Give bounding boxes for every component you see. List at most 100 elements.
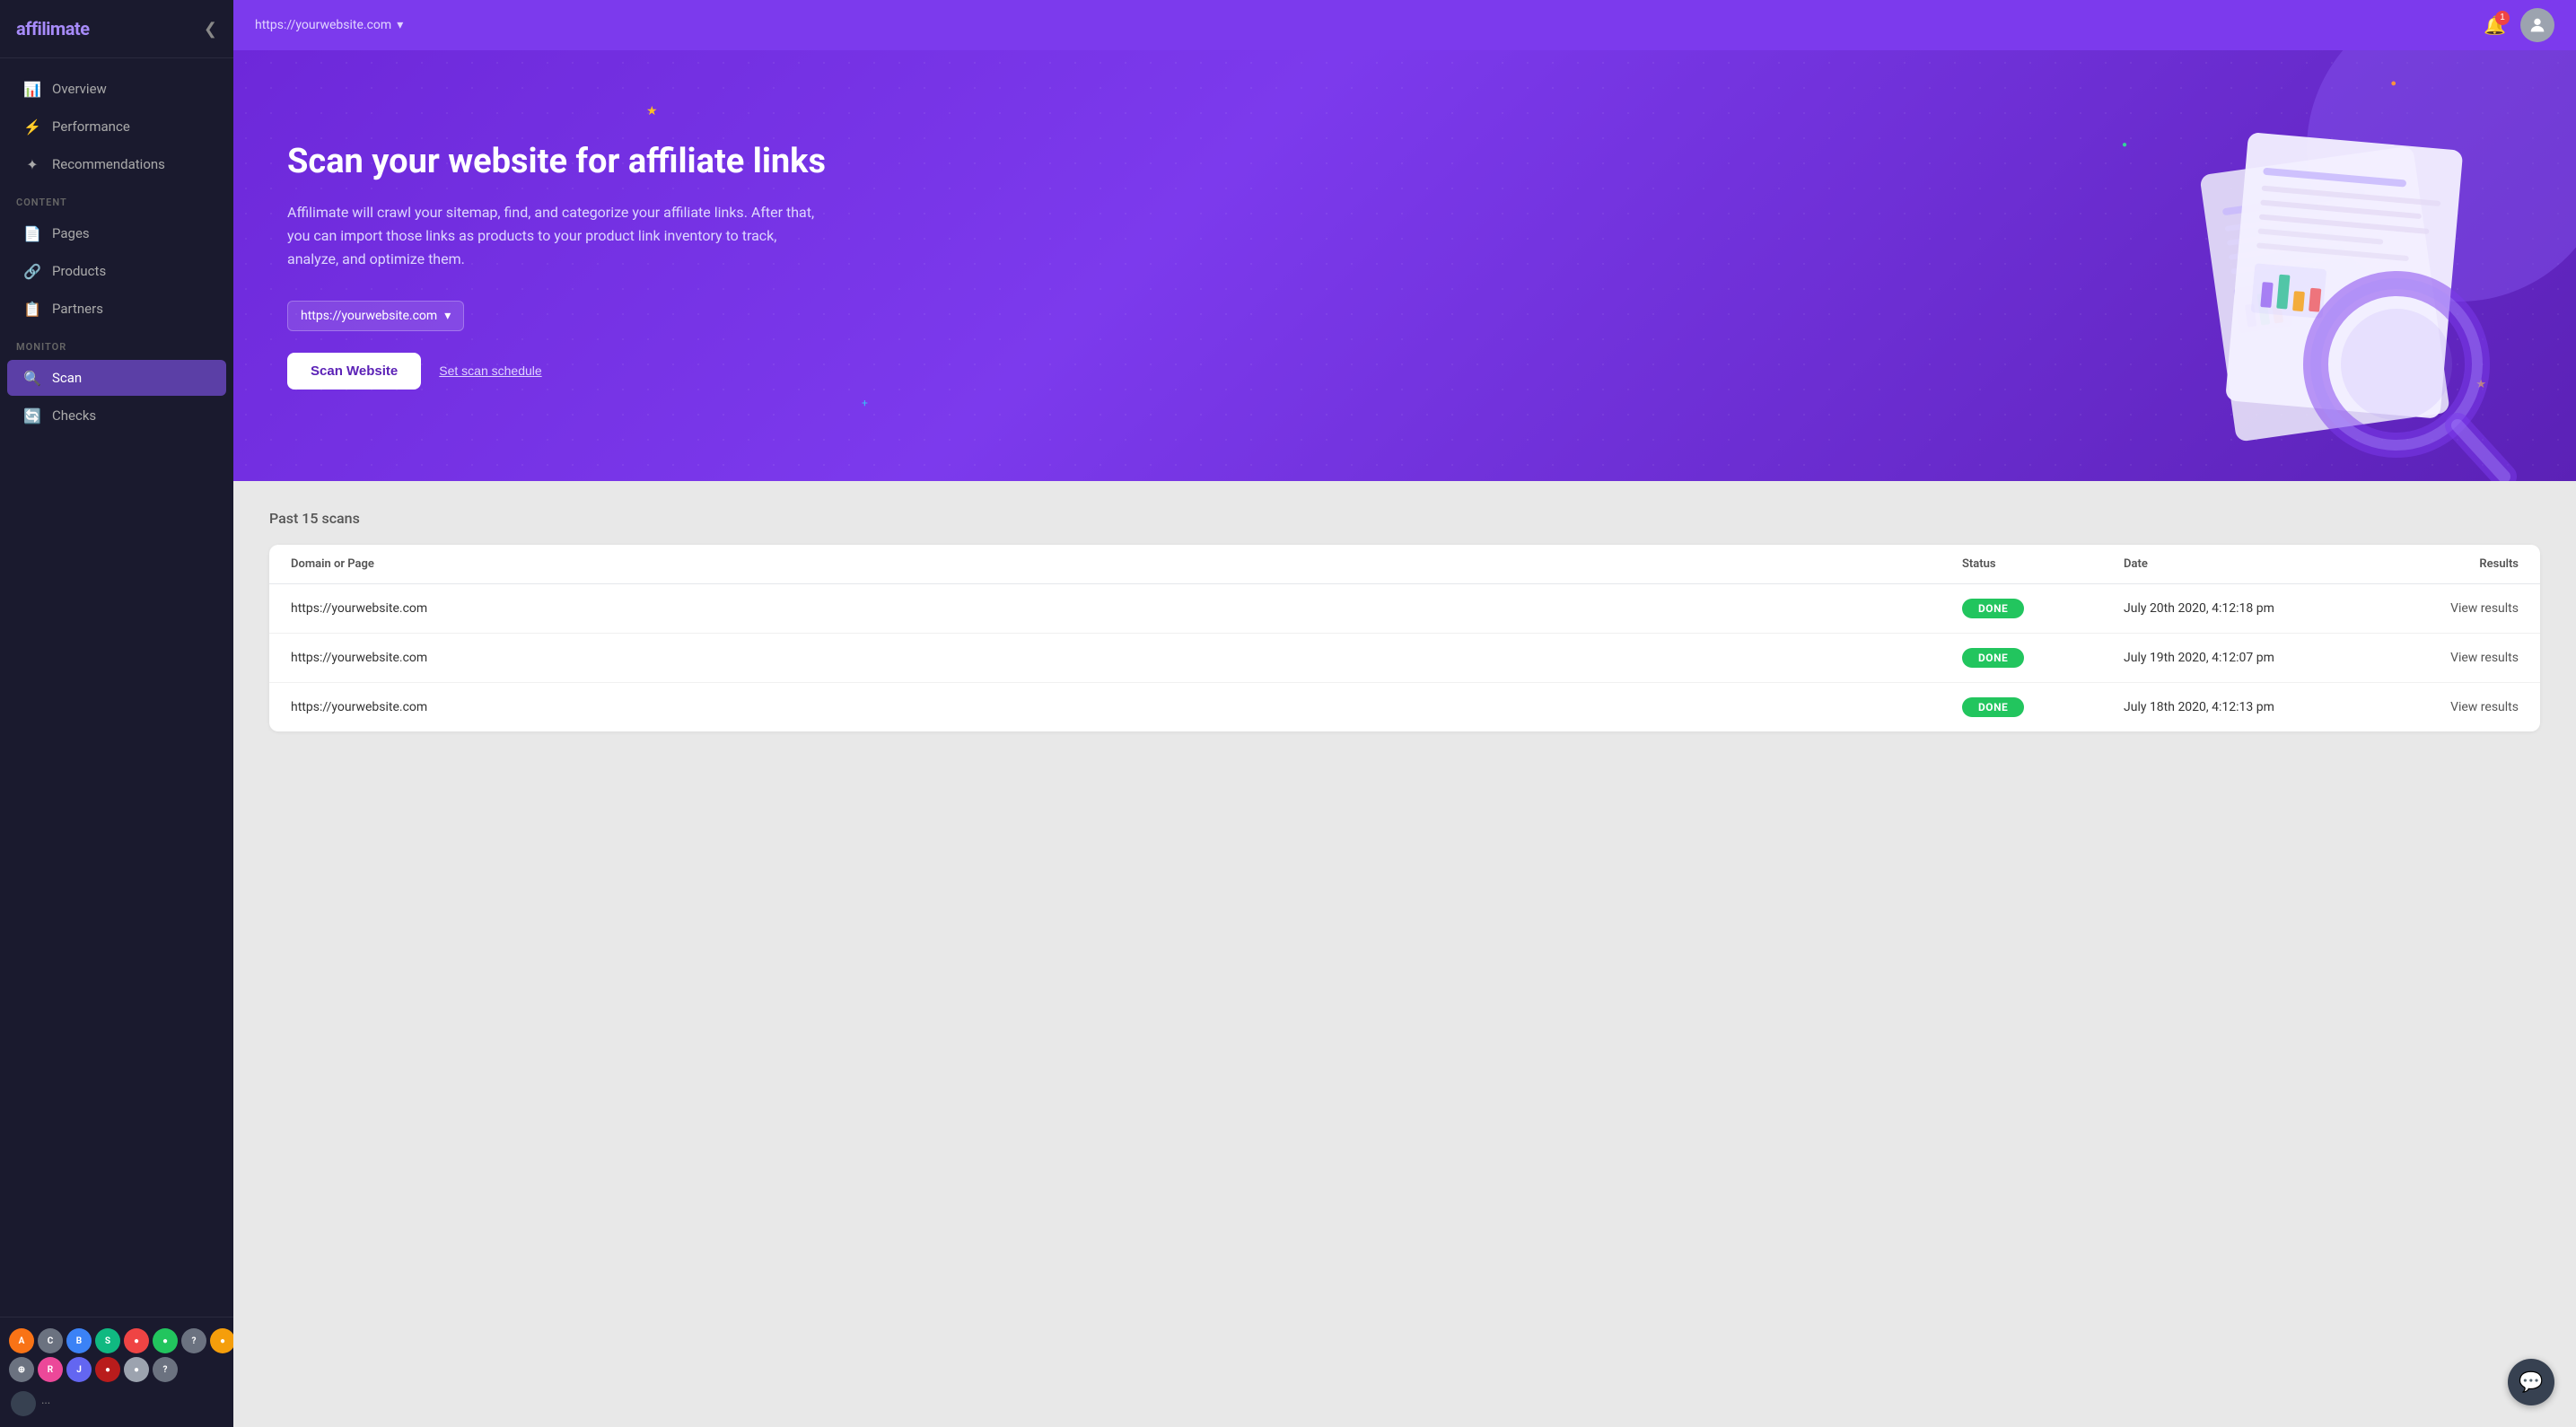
- sidebar-item-scan[interactable]: 🔍 Scan: [7, 360, 226, 396]
- sidebar-item-label: Partners: [52, 301, 103, 317]
- sidebar-item-label: Pages: [52, 225, 90, 241]
- url-selector[interactable]: https://yourwebsite.com ▾: [255, 18, 403, 32]
- url-dropdown-icon: ▾: [397, 18, 403, 32]
- products-icon: 🔗: [23, 262, 41, 280]
- network-shareasale[interactable]: S: [95, 1328, 120, 1353]
- network-red[interactable]: ●: [124, 1328, 149, 1353]
- col-header-status: Status: [1962, 557, 2124, 571]
- sidebar-item-partners[interactable]: 📋 Partners: [7, 291, 226, 327]
- topbar-right: 🔔 1: [2484, 8, 2554, 42]
- hero-url-dropdown-icon: ▾: [444, 309, 451, 323]
- overview-icon: 📊: [23, 80, 41, 98]
- view-results-link[interactable]: View results: [2375, 601, 2519, 616]
- status-badge: DONE: [1962, 648, 2024, 668]
- network-icons-section: A C B S ● ● ? ● ⊕ R J ● ● ? ···: [0, 1317, 233, 1427]
- sidebar-item-label: Recommendations: [52, 156, 165, 172]
- chat-icon: 💬: [2519, 1371, 2543, 1394]
- content-area: Past 15 scans Domain or Page Status Date…: [233, 481, 2576, 1427]
- network-gray1[interactable]: ⊕: [9, 1357, 34, 1382]
- hero-url-selector[interactable]: https://yourwebsite.com ▾: [287, 301, 464, 331]
- sidebar-item-label: Scan: [52, 370, 82, 386]
- star-decoration-1: ★: [646, 104, 658, 118]
- table-row: https://yourwebsite.com DONE July 19th 2…: [269, 634, 2540, 683]
- network-amazon[interactable]: A: [9, 1328, 34, 1353]
- brand-logo: affilimate: [16, 18, 90, 39]
- scan-status: DONE: [1962, 599, 2124, 618]
- notification-badge: 1: [2495, 11, 2510, 25]
- hero-url-text: https://yourwebsite.com: [301, 309, 437, 323]
- hero-title: Scan your website for affiliate links: [287, 142, 826, 183]
- network-gray2[interactable]: ●: [124, 1357, 149, 1382]
- hero-illustration: [2145, 104, 2522, 481]
- more-networks-button[interactable]: [11, 1391, 36, 1416]
- network-grid: A C B S ● ● ? ● ⊕ R J ● ● ?: [9, 1328, 224, 1382]
- sidebar-item-label: Performance: [52, 118, 130, 135]
- col-header-date: Date: [2124, 557, 2375, 571]
- table-row: https://yourwebsite.com DONE July 18th 2…: [269, 683, 2540, 731]
- network-pink[interactable]: R: [38, 1357, 63, 1382]
- sidebar-item-label: Products: [52, 263, 106, 279]
- network-q2[interactable]: ?: [153, 1357, 178, 1382]
- partners-icon: 📋: [23, 300, 41, 318]
- sidebar: affilimate ❮ 📊 Overview ⚡ Performance ✦ …: [0, 0, 233, 1427]
- hero-description: Affilimate will crawl your sitemap, find…: [287, 201, 826, 272]
- notification-button[interactable]: 🔔 1: [2484, 14, 2506, 37]
- url-text: https://yourwebsite.com: [255, 18, 391, 32]
- network-cj[interactable]: C: [38, 1328, 63, 1353]
- scan-date: July 20th 2020, 4:12:18 pm: [2124, 601, 2375, 616]
- view-results-link[interactable]: View results: [2375, 651, 2519, 665]
- sidebar-navigation: 📊 Overview ⚡ Performance ✦ Recommendatio…: [0, 58, 233, 1317]
- more-row: ···: [9, 1388, 224, 1420]
- sidebar-item-recommendations[interactable]: ✦ Recommendations: [7, 146, 226, 182]
- sidebar-item-checks[interactable]: 🔄 Checks: [7, 398, 226, 433]
- set-schedule-button[interactable]: Set scan schedule: [439, 363, 541, 378]
- sidebar-collapse-button[interactable]: ❮: [204, 20, 217, 39]
- network-orange[interactable]: ●: [210, 1328, 233, 1353]
- table-header: Domain or Page Status Date Results: [269, 545, 2540, 584]
- sidebar-item-pages[interactable]: 📄 Pages: [7, 215, 226, 251]
- scan-domain: https://yourwebsite.com: [291, 651, 1962, 665]
- network-darkred[interactable]: ●: [95, 1357, 120, 1382]
- pages-icon: 📄: [23, 224, 41, 242]
- sidebar-item-products[interactable]: 🔗 Products: [7, 253, 226, 289]
- star-decoration-3: +: [862, 397, 868, 409]
- scan-status: DONE: [1962, 697, 2124, 717]
- sidebar-header: affilimate ❮: [0, 0, 233, 58]
- sidebar-item-performance[interactable]: ⚡ Performance: [7, 109, 226, 144]
- view-results-link[interactable]: View results: [2375, 700, 2519, 714]
- network-bold[interactable]: B: [66, 1328, 92, 1353]
- star-decoration-4: ●: [2390, 77, 2396, 89]
- scan-domain: https://yourwebsite.com: [291, 700, 1962, 714]
- scan-domain: https://yourwebsite.com: [291, 601, 1962, 616]
- user-avatar[interactable]: [2520, 8, 2554, 42]
- checks-icon: 🔄: [23, 407, 41, 425]
- scan-date: July 19th 2020, 4:12:07 pm: [2124, 651, 2375, 665]
- past-scans-title: Past 15 scans: [269, 510, 2540, 527]
- scan-status: DONE: [1962, 648, 2124, 668]
- network-indigo[interactable]: J: [66, 1357, 92, 1382]
- monitor-section-label: MONITOR: [0, 328, 233, 358]
- status-badge: DONE: [1962, 697, 2024, 717]
- recommendations-icon: ✦: [23, 155, 41, 173]
- chat-button[interactable]: 💬: [2508, 1359, 2554, 1405]
- table-row: https://yourwebsite.com DONE July 20th 2…: [269, 584, 2540, 634]
- col-header-domain: Domain or Page: [291, 557, 1962, 571]
- sidebar-item-overview[interactable]: 📊 Overview: [7, 71, 226, 107]
- sidebar-item-label: Overview: [52, 81, 107, 97]
- more-label[interactable]: ···: [41, 1397, 50, 1411]
- topbar: https://yourwebsite.com ▾ 🔔 1: [233, 0, 2576, 50]
- network-green[interactable]: ●: [153, 1328, 178, 1353]
- scan-icon: 🔍: [23, 369, 41, 387]
- hero-actions: Scan Website Set scan schedule: [287, 353, 826, 390]
- content-section-label: CONTENT: [0, 184, 233, 214]
- main-content: https://yourwebsite.com ▾ 🔔 1 ★ ● + ● ★ …: [233, 0, 2576, 1427]
- performance-icon: ⚡: [23, 118, 41, 136]
- col-header-results: Results: [2375, 557, 2519, 571]
- scan-date: July 18th 2020, 4:12:13 pm: [2124, 700, 2375, 714]
- hero-section: ★ ● + ● ★ Scan your website for affiliat…: [233, 50, 2576, 481]
- star-decoration-2: ●: [2122, 140, 2127, 150]
- scan-table: Domain or Page Status Date Results https…: [269, 545, 2540, 731]
- network-q1[interactable]: ?: [181, 1328, 206, 1353]
- scan-website-button[interactable]: Scan Website: [287, 353, 421, 390]
- avatar-icon: [2528, 15, 2547, 35]
